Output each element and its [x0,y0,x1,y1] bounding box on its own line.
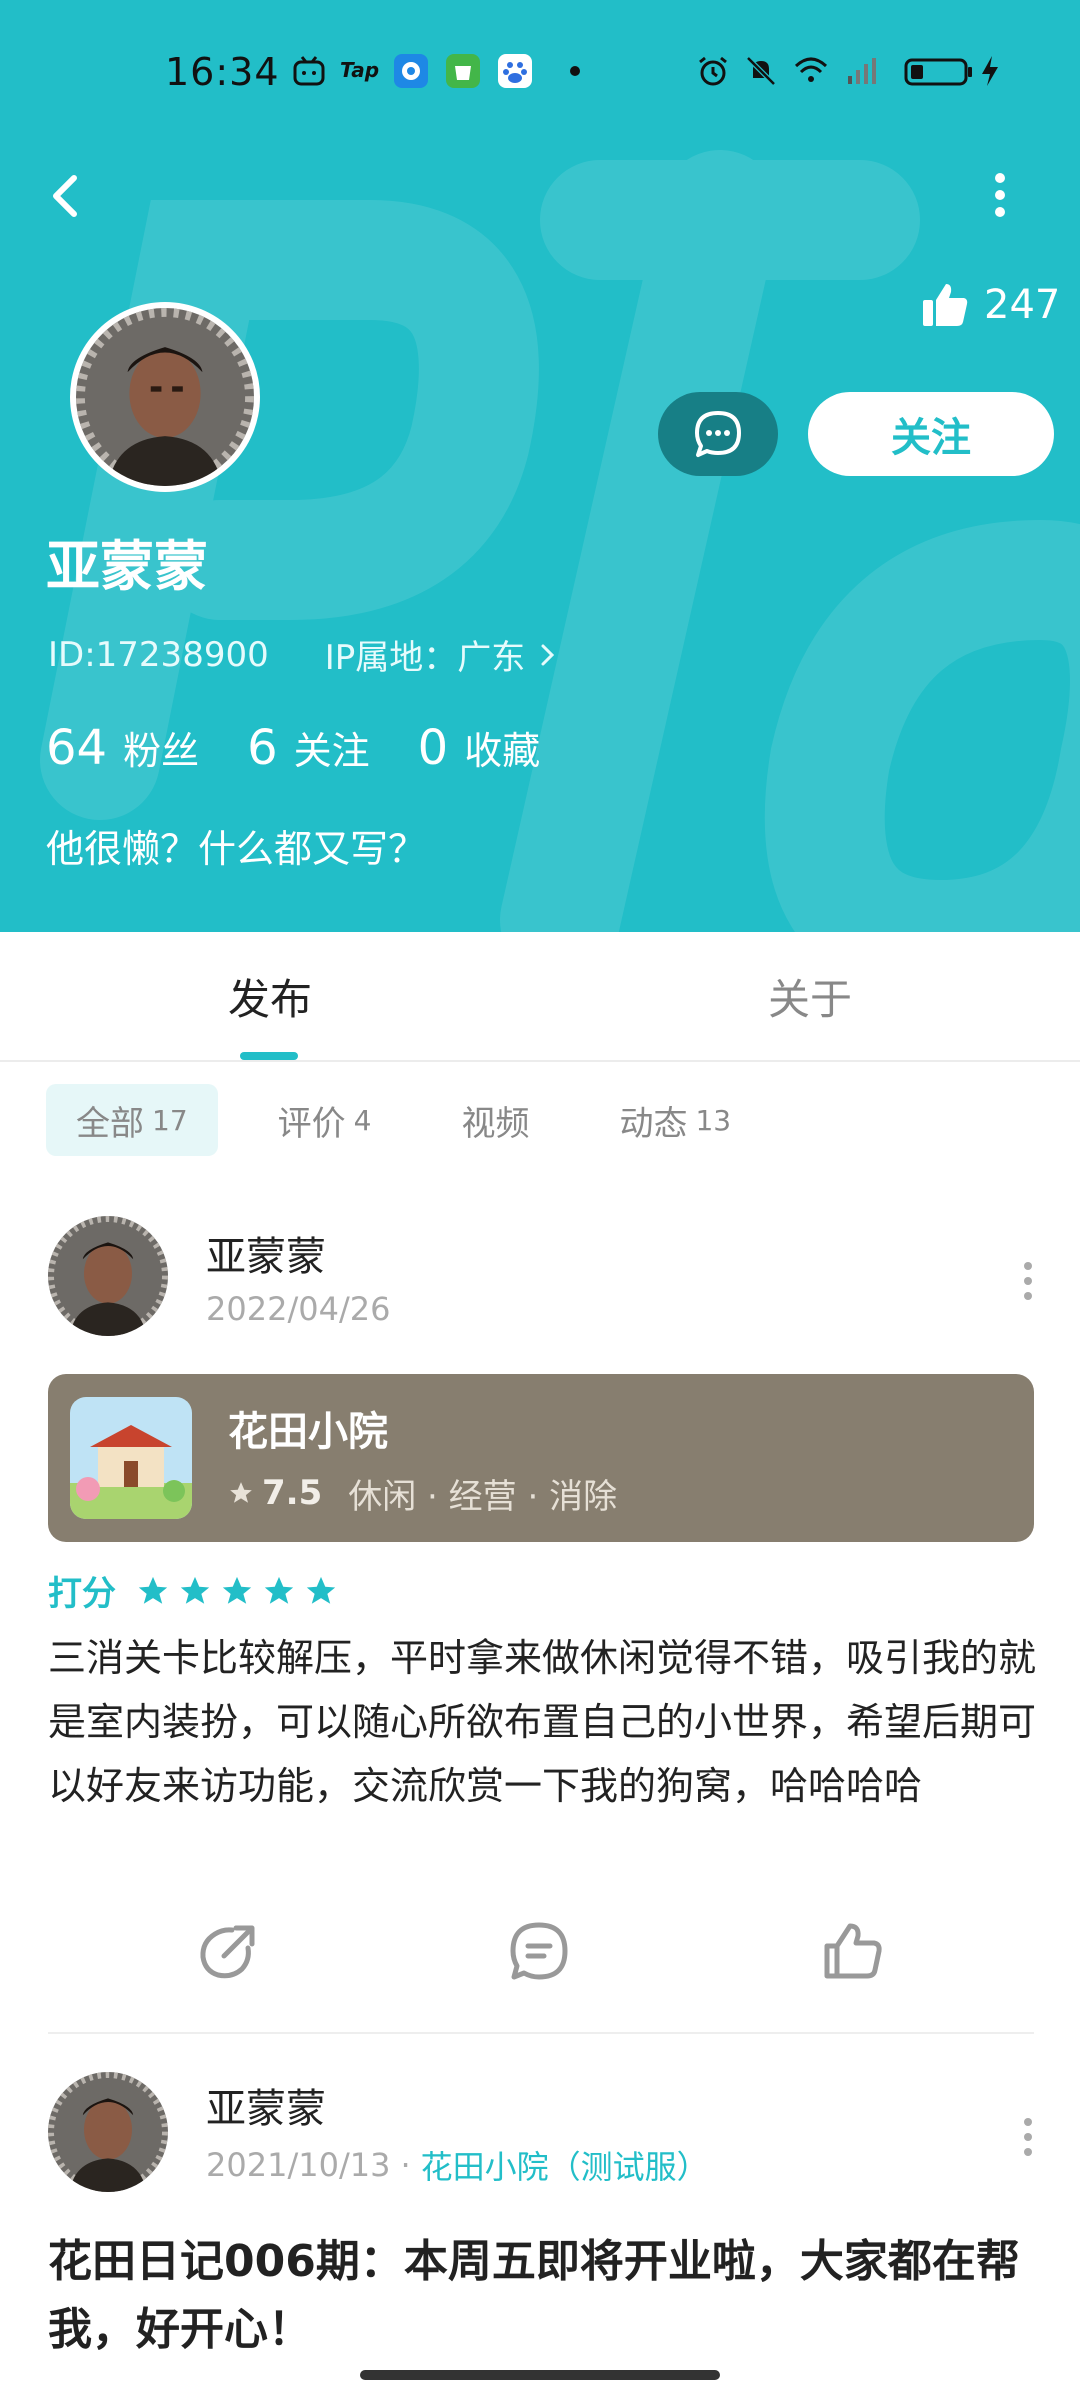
more-options-button[interactable] [980,160,1020,230]
following-stat[interactable]: 6 关注 [247,720,370,776]
ip-location[interactable]: IP属地：广东 [325,630,526,679]
game-rating-value: 7.5 [262,1473,323,1513]
post-date: 2021/10/13 [206,2146,391,2184]
filter-reviews[interactable]: 评价 4 [248,1084,402,1156]
chevron-right-icon [541,644,555,665]
message-button[interactable] [658,392,778,476]
game-thumbnail [70,1397,192,1519]
alarm-icon [699,56,727,86]
watermark-logo [40,150,1080,932]
score-label: 打分 [48,1574,116,1614]
signal-icon [848,58,876,84]
thumbs-up-icon [923,284,968,326]
filter-count: 13 [695,1103,732,1137]
profile-stats: 64 粉丝 6 关注 0 收藏 [46,720,588,776]
filter-count: 4 [353,1103,372,1137]
game-card[interactable]: 花田小院 7.5 休闲 · 经营 · 消除 [48,1374,1034,1542]
star-icon [230,1482,252,1503]
filter-label: 评价 [277,1103,346,1144]
profile-avatar[interactable] [70,302,260,492]
post-header: 亚蒙蒙 2021/10/13 · 花田小院（测试服） [48,2072,1038,2192]
stat-number: 6 [247,720,278,776]
filter-moments[interactable]: 动态 13 [589,1084,761,1156]
star-rating [136,1574,346,1608]
mute-icon [746,56,776,86]
back-button[interactable] [40,160,90,230]
post-header: 亚蒙蒙 2022/04/26 [48,1216,1038,1336]
wifi-icon [794,57,828,82]
stat-label: 粉丝 [123,729,200,773]
game-rating: 7.5 [228,1473,322,1513]
filter-label: 视频 [461,1103,530,1144]
share-button[interactable] [198,1920,260,1982]
home-indicator[interactable] [360,2370,720,2380]
author-avatar[interactable] [48,1216,168,1336]
like-count: 247 [920,280,1060,330]
stat-number: 64 [46,720,108,776]
filter-count: 17 [152,1103,188,1137]
avatar-photo [48,1216,168,1336]
post-title[interactable]: 花田日记006期：本周五即将开业啦，大家都在帮我，好开心！ [48,2228,1038,2364]
post-date: 2022/04/26 [206,1290,391,1328]
separator-dot: · [400,2146,411,2184]
author-name[interactable]: 亚蒙蒙 [206,1224,390,1282]
avatar-photo [48,2072,168,2192]
favorites-stat[interactable]: 0 收藏 [418,720,541,776]
star-icon [180,1576,210,1604]
avatar-photo [76,308,254,486]
tab-publish[interactable]: 发布 [228,966,312,1027]
profile-tabs: 发布 关于 [0,932,1080,1062]
content-filters: 全部 17 评价 4 视频 动态 13 [46,1084,791,1156]
profile-meta: ID:17238900 IP属地：广东 [48,630,561,679]
baidu-app-icon [498,54,532,88]
filter-videos[interactable]: 视频 [431,1084,559,1156]
tab-indicator [240,1052,298,1060]
follow-button[interactable]: 关注 [808,392,1054,476]
tap-app-icon: Tap [340,58,380,82]
followers-stat[interactable]: 64 粉丝 [46,720,199,776]
like-count-value: 247 [984,282,1061,328]
comment-button[interactable] [508,1920,570,1982]
post-divider [48,2032,1034,2034]
filter-label: 动态 [619,1103,688,1144]
profile-name: 亚蒙蒙 [46,535,208,598]
post-more-button[interactable] [1018,2112,1038,2162]
review-text[interactable]: 三消关卡比较解压，平时拿来做休闲觉得不错，吸引我的就是室内装扮，可以随心所欲布置… [48,1626,1038,1818]
browser-app-icon [394,54,428,88]
author-avatar[interactable] [48,2072,168,2192]
post-more-button[interactable] [1018,1256,1038,1306]
profile-header: 16:34 Tap 247 关注 亚蒙蒙 ID:17238900 IP属地：广东… [0,0,1080,932]
star-icon [264,1576,294,1604]
author-name[interactable]: 亚蒙蒙 [206,2076,709,2134]
bilibili-icon [293,56,325,86]
game-title: 花田小院 [228,1408,388,1455]
profile-bio: 他很懒？什么都又写？ [46,827,427,871]
battery-icon [904,58,972,86]
stat-label: 关注 [293,729,370,773]
game-art [70,1397,192,1519]
post-game-link[interactable]: 花田小院（测试服） [421,2142,709,2188]
star-icon [306,1576,336,1604]
star-icon [138,1576,168,1604]
charging-icon [982,56,998,86]
review-score: 打分 [48,1566,346,1615]
stat-number: 0 [417,720,449,776]
like-button[interactable] [822,1920,884,1982]
star-icon [222,1576,252,1604]
tab-about[interactable]: 关于 [768,966,852,1027]
chat-bubble-icon [695,411,741,457]
post-actions [0,1920,1080,1990]
store-app-icon [446,54,480,88]
status-bar: 16:34 Tap [0,0,1080,140]
game-tags: 休闲 · 经营 · 消除 [348,1476,618,1517]
notification-dot [570,66,580,76]
user-id: ID:17238900 [48,634,269,675]
stat-label: 收藏 [464,729,541,773]
status-time: 16:34 [165,50,280,94]
filter-all[interactable]: 全部 17 [46,1084,218,1156]
filter-label: 全部 [76,1103,144,1144]
